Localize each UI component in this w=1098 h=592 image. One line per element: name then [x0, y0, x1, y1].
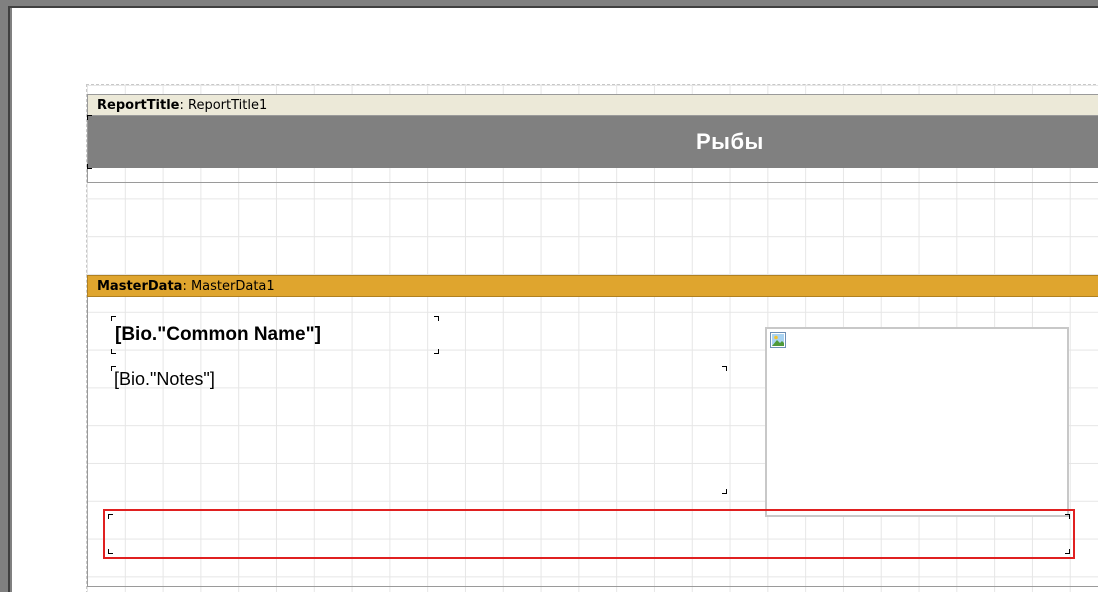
object-corner-marker	[111, 316, 116, 321]
designer-canvas[interactable]: ReportTitle: ReportTitle1 Рыбы MasterDat…	[12, 8, 1098, 592]
notes-text-object[interactable]: [Bio."Notes"]	[111, 366, 727, 494]
object-corner-marker	[722, 489, 727, 494]
report-title-band-header[interactable]: ReportTitle: ReportTitle1	[87, 94, 1098, 116]
picture-object[interactable]	[765, 327, 1069, 517]
notes-expression: [Bio."Notes"]	[114, 369, 215, 389]
band-type-label: MasterData	[97, 279, 183, 294]
band-name-label: : ReportTitle1	[179, 98, 268, 113]
object-corner-marker	[111, 366, 116, 371]
selection-corner-marker	[1065, 549, 1070, 554]
object-corner-marker	[111, 349, 116, 354]
picture-placeholder-icon	[770, 332, 786, 348]
workspace-frame-shadow-left	[8, 6, 10, 592]
report-page[interactable]: ReportTitle: ReportTitle1 Рыбы MasterDat…	[86, 84, 1098, 592]
object-corner-marker	[434, 316, 439, 321]
master-data-band-header[interactable]: MasterData: MasterData1	[87, 275, 1098, 297]
workspace-frame-left	[0, 0, 12, 592]
selection-corner-marker	[87, 115, 92, 120]
selection-corner-marker	[1065, 514, 1070, 519]
object-corner-marker	[722, 366, 727, 371]
band-name-label: : MasterData1	[182, 279, 275, 294]
report-title-text: Рыбы	[696, 129, 764, 154]
selection-corner-marker	[87, 164, 92, 169]
report-title-band[interactable]: Рыбы	[87, 115, 1098, 183]
band-type-label: ReportTitle	[97, 98, 180, 113]
title-text-object[interactable]: Рыбы	[88, 116, 1098, 168]
selection-corner-marker	[108, 514, 113, 519]
object-corner-marker	[434, 349, 439, 354]
common-name-text-object[interactable]: [Bio."Common Name"]	[111, 316, 439, 354]
selection-corner-marker	[108, 549, 113, 554]
selected-empty-object[interactable]	[103, 509, 1075, 559]
common-name-expression: [Bio."Common Name"]	[115, 324, 321, 345]
master-data-band[interactable]: [Bio."Common Name"] [Bio."Notes"]	[87, 297, 1098, 587]
